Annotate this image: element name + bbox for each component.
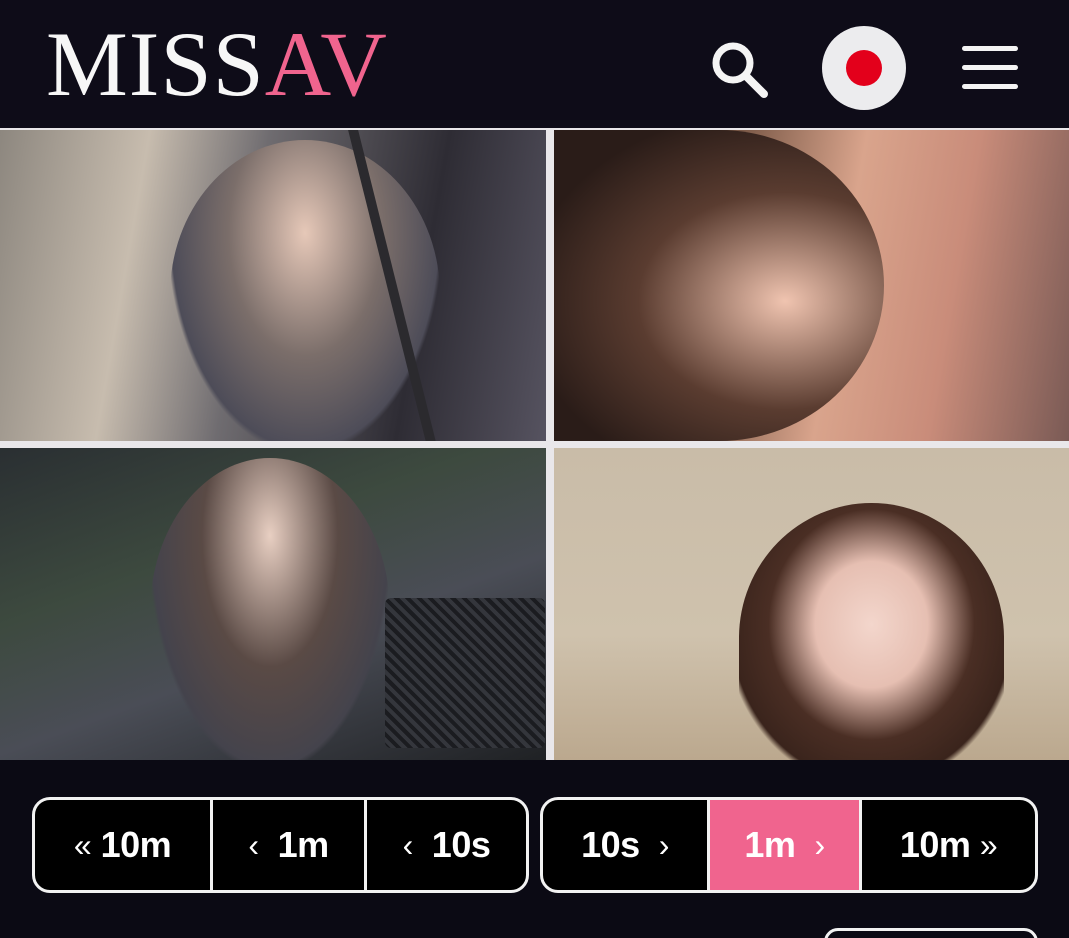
seek-forward-10s-button[interactable]: 10s › xyxy=(543,800,707,890)
seek-label: 10s xyxy=(581,824,640,865)
seek-label: 10m xyxy=(100,824,172,865)
thumbnail-chair xyxy=(385,598,545,748)
chevron-left-icon: ‹ xyxy=(402,826,414,863)
seek-back-10s-button[interactable]: ‹ 10s xyxy=(364,800,526,890)
double-chevron-right-icon: » xyxy=(979,826,998,863)
preview-thumbnail-1[interactable] xyxy=(0,130,546,441)
preview-thumbnail-2[interactable] xyxy=(554,130,1069,441)
seek-label: 1m xyxy=(744,824,796,865)
hamburger-menu-button[interactable] xyxy=(962,44,1018,92)
logo-text-miss: MISS xyxy=(46,13,265,115)
seek-forward-10m-button[interactable]: 10m » xyxy=(859,800,1035,890)
site-logo[interactable]: MISSAV xyxy=(46,18,388,110)
logo-text-av: AV xyxy=(264,13,388,115)
seek-back-10m-button[interactable]: « 10m xyxy=(35,800,210,890)
menu-bar-bottom xyxy=(962,84,1018,89)
seek-label: 10m xyxy=(899,824,971,865)
seek-forward-1m-button[interactable]: 1m › xyxy=(707,800,859,890)
chevron-right-icon: › xyxy=(814,826,825,863)
thumbnail-figure xyxy=(739,503,1004,760)
double-chevron-left-icon: « xyxy=(73,826,92,863)
seek-label: 10s xyxy=(431,824,491,865)
search-button[interactable] xyxy=(706,36,772,102)
thumbnail-figure xyxy=(170,140,440,441)
chevron-right-icon: › xyxy=(658,826,670,863)
seek-forward-group: 10s › 1m › 10m » xyxy=(540,797,1038,893)
preview-thumbnail-grid xyxy=(0,128,1069,760)
menu-bar-top xyxy=(962,46,1018,51)
language-button[interactable] xyxy=(822,26,906,110)
menu-bar-middle xyxy=(962,65,1018,70)
seek-back-1m-button[interactable]: ‹ 1m xyxy=(210,800,364,890)
thumbnail-figure xyxy=(554,130,884,441)
japanese-flag-icon xyxy=(846,50,882,86)
seek-label: 1m xyxy=(277,824,330,865)
chevron-left-icon: ‹ xyxy=(248,826,259,863)
partial-button-below[interactable] xyxy=(824,928,1038,938)
preview-thumbnail-3[interactable] xyxy=(0,448,546,760)
thumbnail-figure xyxy=(150,458,390,760)
search-icon xyxy=(712,42,768,98)
preview-thumbnail-4[interactable] xyxy=(554,448,1069,760)
seek-back-group: « 10m ‹ 1m ‹ 10s xyxy=(32,797,529,893)
top-bar: MISSAV xyxy=(0,0,1069,128)
